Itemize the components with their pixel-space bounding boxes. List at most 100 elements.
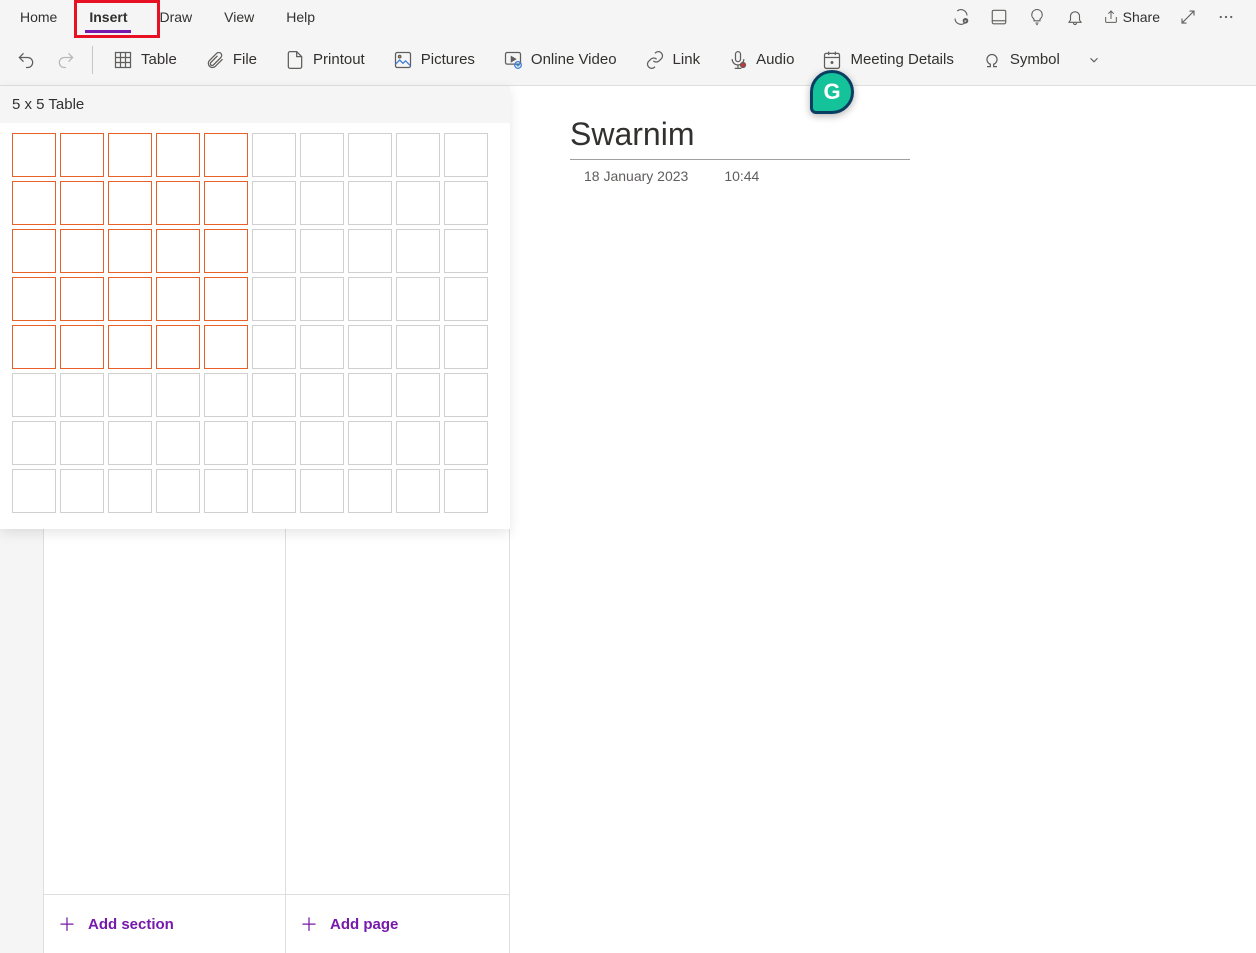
table-cell[interactable] [12, 469, 56, 513]
table-cell[interactable] [156, 469, 200, 513]
file-button[interactable]: File [193, 44, 269, 76]
table-button[interactable]: Table [101, 44, 189, 76]
table-cell[interactable] [252, 373, 296, 417]
menu-help[interactable]: Help [270, 2, 331, 32]
table-cell[interactable] [252, 421, 296, 465]
table-cell[interactable] [12, 373, 56, 417]
table-cell[interactable] [444, 373, 488, 417]
table-cell[interactable] [300, 181, 344, 225]
table-cell[interactable] [444, 181, 488, 225]
table-cell[interactable] [396, 469, 440, 513]
table-cell[interactable] [60, 277, 104, 321]
table-cell[interactable] [60, 325, 104, 369]
table-cell[interactable] [204, 421, 248, 465]
table-cell[interactable] [252, 229, 296, 273]
table-cell[interactable] [12, 421, 56, 465]
table-cell[interactable] [108, 133, 152, 177]
table-cell[interactable] [396, 325, 440, 369]
table-cell[interactable] [204, 277, 248, 321]
symbol-button[interactable]: Symbol [970, 44, 1072, 76]
table-cell[interactable] [108, 421, 152, 465]
notification-icon[interactable] [1057, 1, 1093, 33]
undo-button[interactable] [8, 44, 44, 76]
share-button[interactable]: Share [1095, 5, 1168, 29]
page-canvas[interactable]: Swarnim 18 January 2023 10:44 [510, 86, 1256, 953]
table-cell[interactable] [108, 181, 152, 225]
table-cell[interactable] [300, 229, 344, 273]
table-cell[interactable] [204, 133, 248, 177]
table-cell[interactable] [60, 133, 104, 177]
add-page-button[interactable]: ＋ Add page [286, 894, 509, 953]
table-cell[interactable] [156, 325, 200, 369]
table-cell[interactable] [348, 277, 392, 321]
table-cell[interactable] [444, 325, 488, 369]
table-cell[interactable] [444, 229, 488, 273]
table-cell[interactable] [156, 421, 200, 465]
page-time[interactable]: 10:44 [724, 168, 759, 184]
table-cell[interactable] [252, 181, 296, 225]
table-cell[interactable] [204, 181, 248, 225]
menu-home[interactable]: Home [4, 2, 73, 32]
table-cell[interactable] [108, 229, 152, 273]
redo-button[interactable] [48, 44, 84, 76]
table-cell[interactable] [396, 277, 440, 321]
table-cell[interactable] [300, 373, 344, 417]
table-cell[interactable] [348, 469, 392, 513]
table-cell[interactable] [60, 229, 104, 273]
table-cell[interactable] [108, 325, 152, 369]
table-cell[interactable] [204, 469, 248, 513]
more-icon[interactable] [1208, 1, 1244, 33]
table-cell[interactable] [156, 277, 200, 321]
table-cell[interactable] [12, 133, 56, 177]
menu-draw[interactable]: Draw [143, 2, 208, 32]
page-title[interactable]: Swarnim [570, 116, 910, 160]
table-cell[interactable] [60, 421, 104, 465]
table-cell[interactable] [156, 181, 200, 225]
table-cell[interactable] [60, 373, 104, 417]
table-cell[interactable] [252, 277, 296, 321]
online-video-button[interactable]: Online Video [491, 44, 629, 76]
table-cell[interactable] [60, 181, 104, 225]
table-cell[interactable] [300, 469, 344, 513]
table-cell[interactable] [12, 325, 56, 369]
table-cell[interactable] [156, 133, 200, 177]
table-cell[interactable] [12, 277, 56, 321]
table-cell[interactable] [348, 325, 392, 369]
table-cell[interactable] [300, 325, 344, 369]
ribbon-chevron-icon[interactable] [1076, 44, 1112, 76]
table-cell[interactable] [204, 325, 248, 369]
grammarly-widget[interactable]: G [810, 70, 854, 114]
table-cell[interactable] [348, 373, 392, 417]
table-cell[interactable] [204, 229, 248, 273]
table-cell[interactable] [444, 421, 488, 465]
table-cell[interactable] [156, 229, 200, 273]
printout-button[interactable]: Printout [273, 44, 377, 76]
table-cell[interactable] [444, 277, 488, 321]
lightbulb-icon[interactable] [1019, 1, 1055, 33]
table-cell[interactable] [60, 469, 104, 513]
table-cell[interactable] [348, 421, 392, 465]
table-cell[interactable] [108, 469, 152, 513]
table-cell[interactable] [252, 133, 296, 177]
add-section-button[interactable]: ＋ Add section [44, 894, 285, 953]
table-cell[interactable] [108, 277, 152, 321]
table-cell[interactable] [396, 133, 440, 177]
pictures-button[interactable]: Pictures [381, 44, 487, 76]
table-cell[interactable] [348, 229, 392, 273]
feed-icon[interactable] [981, 1, 1017, 33]
table-cell[interactable] [300, 277, 344, 321]
table-cell[interactable] [252, 469, 296, 513]
table-cell[interactable] [396, 421, 440, 465]
table-cell[interactable] [300, 133, 344, 177]
menu-view[interactable]: View [208, 2, 270, 32]
table-cell[interactable] [444, 133, 488, 177]
table-cell[interactable] [156, 373, 200, 417]
table-cell[interactable] [12, 229, 56, 273]
table-cell[interactable] [396, 373, 440, 417]
table-cell[interactable] [12, 181, 56, 225]
table-cell[interactable] [396, 229, 440, 273]
menu-insert[interactable]: Insert [73, 2, 143, 32]
audio-button[interactable]: Audio [716, 44, 806, 76]
table-cell[interactable] [204, 373, 248, 417]
sync-icon[interactable] [943, 1, 979, 33]
